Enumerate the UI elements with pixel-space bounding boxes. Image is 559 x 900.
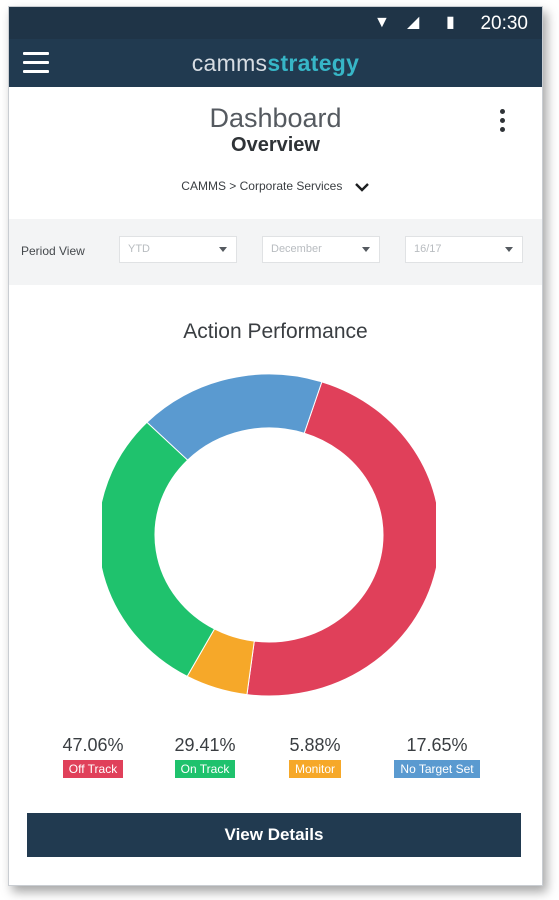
breadcrumb-text: CAMMS > Corporate Services	[181, 179, 343, 193]
signal-icon: ◢	[407, 14, 420, 31]
legend-off-track: 47.06% Off Track	[33, 735, 153, 778]
legend-value: 17.65%	[406, 735, 468, 755]
wifi-icon: ▼	[374, 14, 390, 31]
year-select[interactable]: 16/17	[405, 236, 523, 263]
legend-value: 5.88%	[289, 735, 341, 755]
page-header: Dashboard Overview CAMMS > Corporate Ser…	[9, 87, 542, 217]
status-time: 20:30	[480, 13, 528, 34]
chevron-down-icon	[505, 247, 513, 252]
period-type-value: YTD	[128, 243, 150, 255]
year-value: 16/17	[414, 243, 442, 255]
donut-slice-no-target-set[interactable]	[146, 374, 323, 461]
battery-icon: ▮	[446, 14, 455, 31]
page-title: Dashboard	[209, 103, 342, 133]
legend-tag: On Track	[174, 760, 236, 778]
breadcrumb-dropdown[interactable]: CAMMS > Corporate Services	[9, 179, 542, 193]
legend-tag: Monitor	[288, 760, 341, 778]
legend-value: 47.06%	[62, 735, 124, 755]
brand-logo-part2: strategy	[267, 50, 360, 76]
chevron-down-icon	[362, 247, 370, 252]
period-type-select[interactable]: YTD	[119, 236, 237, 263]
donut-slice-on-track[interactable]	[102, 421, 216, 678]
action-performance-donut-chart	[102, 374, 436, 696]
legend-on-track: 29.41% On Track	[145, 735, 265, 778]
app-bar: cammsstrategy	[9, 39, 542, 87]
period-view-bar: Period View YTD December 16/17	[9, 219, 542, 285]
brand-logo-part1: camms	[191, 50, 268, 76]
legend-tag: Off Track	[62, 760, 124, 778]
chevron-down-icon	[354, 183, 369, 192]
brand-logo: cammsstrategy	[9, 50, 542, 77]
page-subtitle: Overview	[231, 134, 320, 156]
legend-monitor: 5.88% Monitor	[255, 735, 375, 778]
period-view-label: Period View	[21, 244, 85, 258]
legend-no-target-set: 17.65% No Target Set	[377, 735, 497, 778]
month-select[interactable]: December	[262, 236, 380, 263]
month-value: December	[271, 243, 322, 255]
chart-title: Action Performance	[183, 320, 368, 343]
kebab-menu-icon[interactable]	[497, 109, 507, 139]
chevron-down-icon	[219, 247, 227, 252]
donut-slice-off-track[interactable]	[246, 381, 436, 696]
view-details-button[interactable]: View Details	[27, 813, 521, 857]
phone-frame: ▼ ◢ ▮ 20:30 cammsstrategy Dashboard Over…	[8, 6, 543, 886]
legend-value: 29.41%	[174, 735, 236, 755]
legend-tag: No Target Set	[394, 760, 480, 778]
status-bar: ▼ ◢ ▮ 20:30	[9, 7, 542, 39]
